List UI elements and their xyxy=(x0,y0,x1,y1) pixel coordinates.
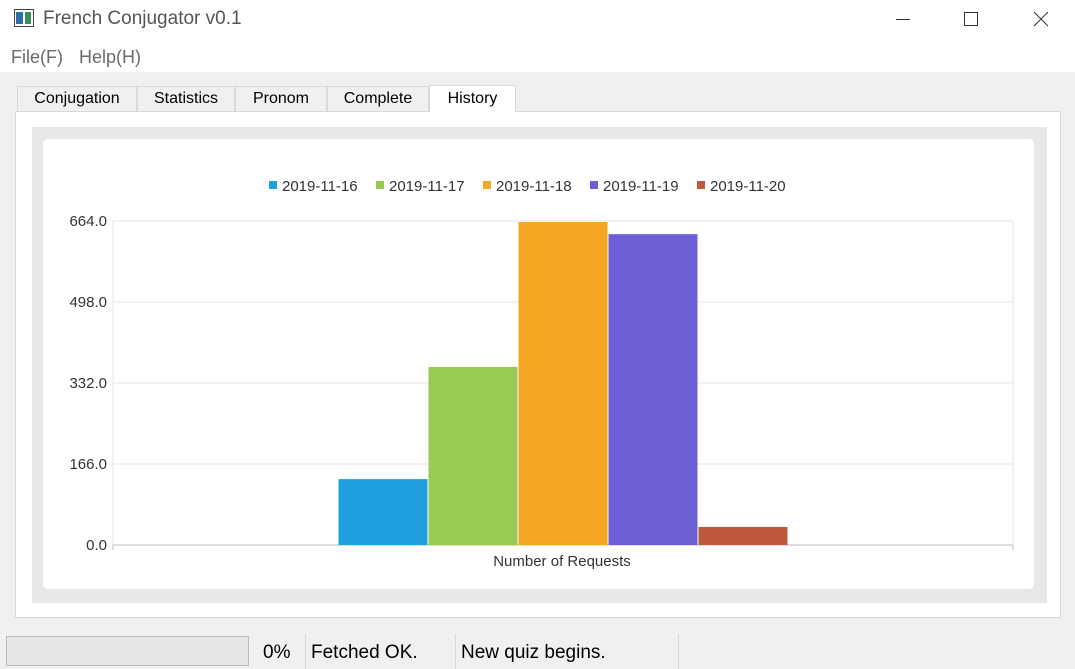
bar-2019-11-16 xyxy=(338,479,428,545)
bar-2019-11-19 xyxy=(608,234,698,546)
y-tick-label: 664.0 xyxy=(69,213,107,230)
progress-label: 0% xyxy=(263,642,291,663)
bar-2019-11-17 xyxy=(428,366,518,545)
status-message-quiz: New quiz begins. xyxy=(461,642,606,663)
bar-2019-11-18 xyxy=(518,221,608,546)
y-tick-label: 498.0 xyxy=(69,294,107,311)
y-tick-label: 332.0 xyxy=(69,375,107,392)
progress-bar xyxy=(6,636,249,666)
legend-label: 2019-11-16 xyxy=(282,178,358,195)
tab-history[interactable]: History xyxy=(429,85,516,112)
bar-2019-11-20 xyxy=(698,526,788,545)
legend-marker xyxy=(590,181,598,189)
chart-legend: 2019-11-16 2019-11-17 2019-11-18 2019-11-19… xyxy=(269,178,786,195)
status-message-fetch: Fetched OK. xyxy=(311,642,418,663)
legend-label: 2019-11-18 xyxy=(496,178,572,195)
legend-marker xyxy=(376,181,384,189)
status-separator xyxy=(678,634,679,669)
x-category-label: Number of Requests xyxy=(493,553,631,570)
legend-marker xyxy=(697,181,705,189)
legend-label: 2019-11-17 xyxy=(389,178,465,195)
history-bar-chart: 0.0166.0332.0498.0664.0 2019-11-16 2019-1… xyxy=(69,178,1014,570)
status-separator xyxy=(455,634,456,669)
y-axis-ticks: 0.0 166.0 332.0 498.0 664.0 xyxy=(69,213,107,554)
legend-marker xyxy=(269,181,277,189)
legend-marker xyxy=(483,181,491,189)
y-tick-label: 0.0 xyxy=(86,537,107,554)
y-tick-label: 166.0 xyxy=(69,456,107,473)
status-separator xyxy=(305,634,306,669)
legend-label: 2019-11-20 xyxy=(710,178,786,195)
legend-label: 2019-11-19 xyxy=(603,178,679,195)
